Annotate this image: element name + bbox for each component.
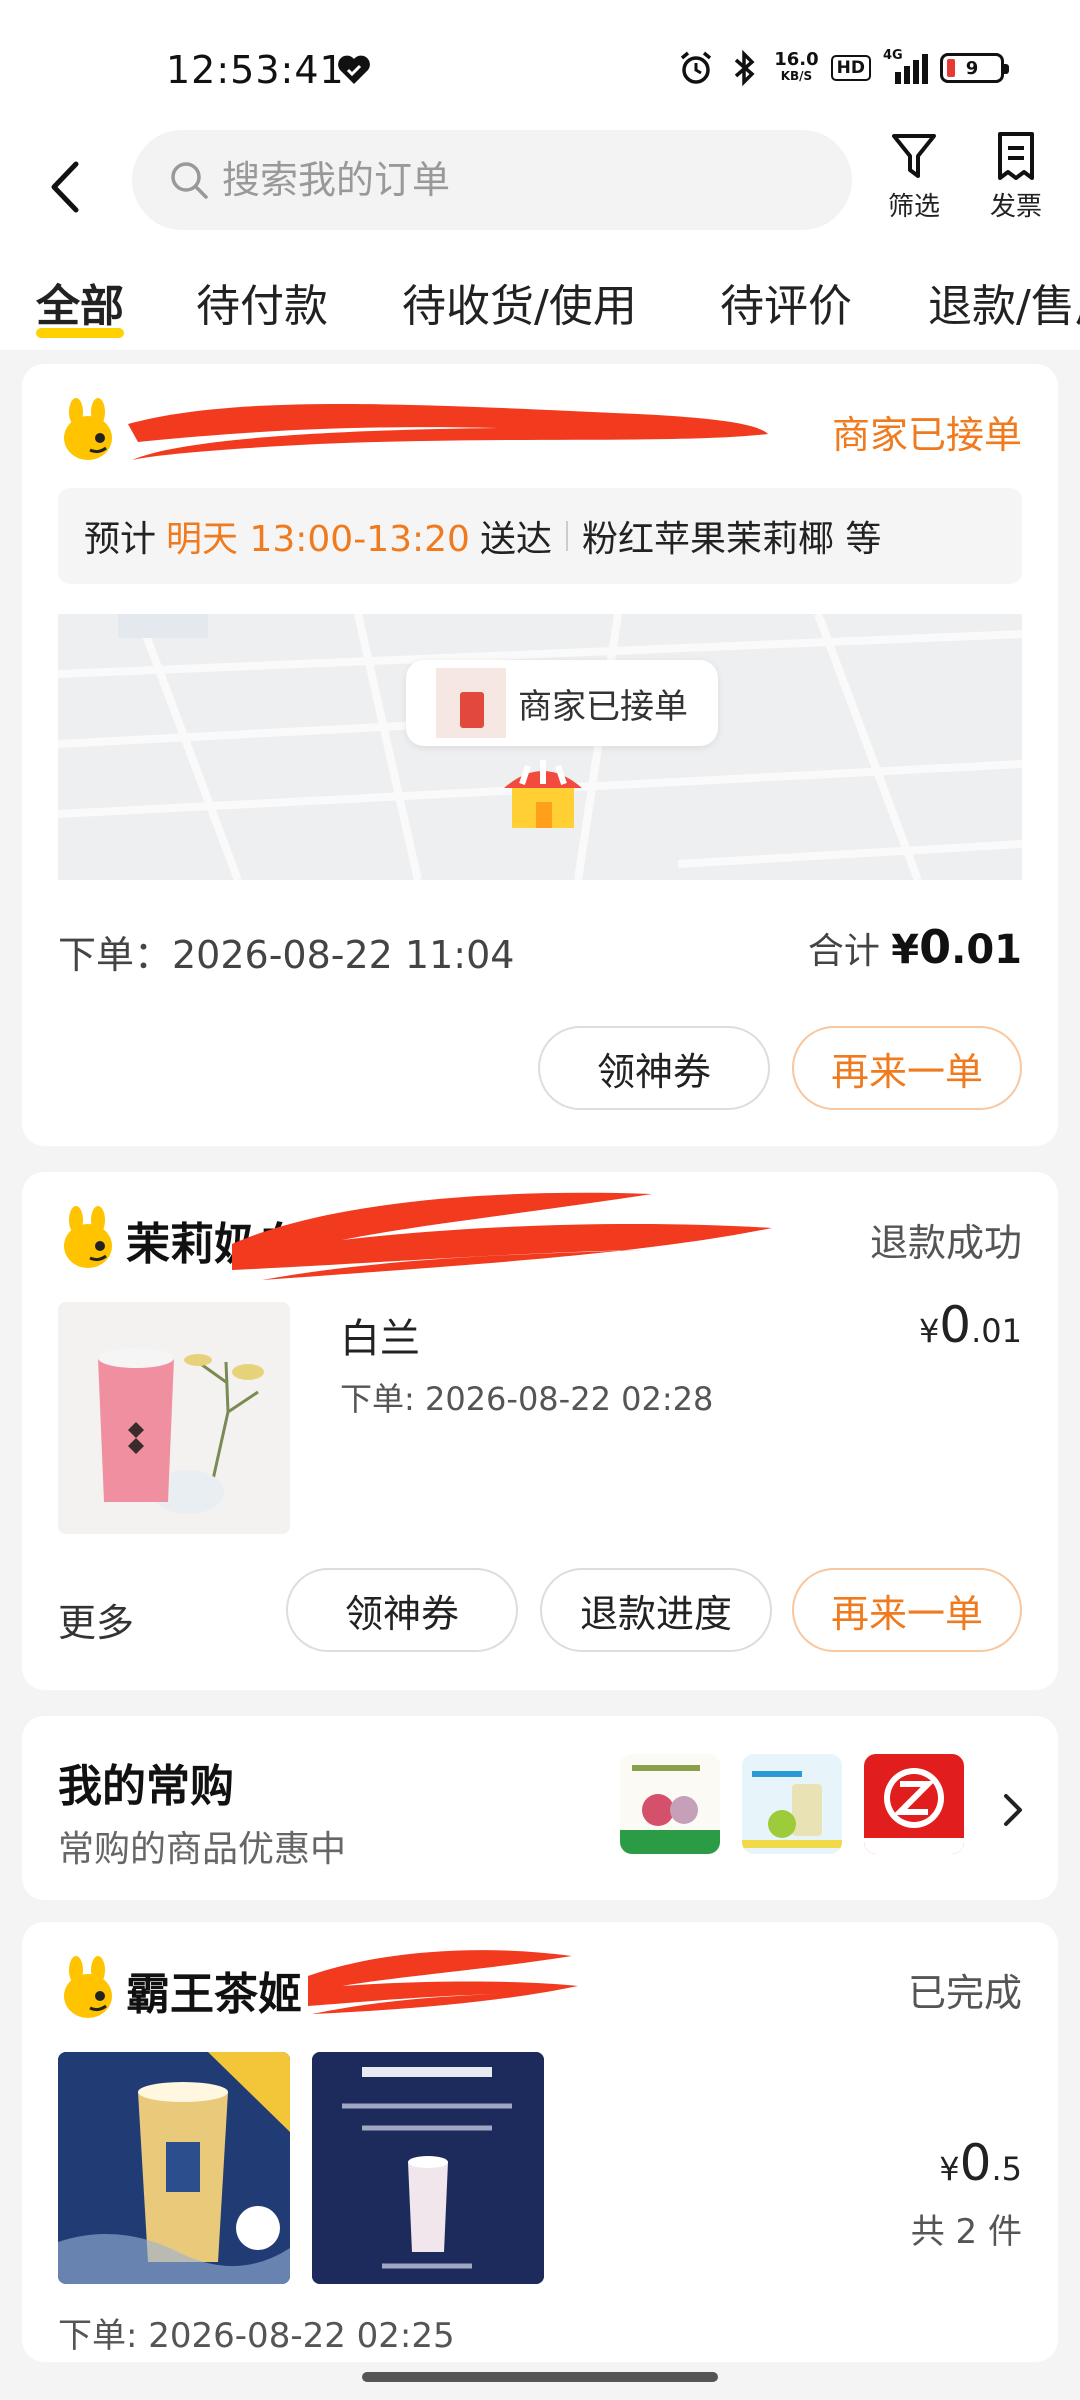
redacted-store-name xyxy=(308,1950,578,2014)
eta-bar: 预计 明天 13:00-13:20 送达 粉红苹果茉莉椰 等 xyxy=(58,488,1022,584)
eta-time: 明天 13:00-13:20 xyxy=(166,519,470,560)
filter-label: 筛选 xyxy=(887,192,940,222)
meituan-mascot-icon xyxy=(64,398,112,460)
map-streets xyxy=(58,614,1022,880)
heart-icon xyxy=(338,55,370,84)
signal-icon: 4G xyxy=(883,48,928,84)
order-time: 下单：2026-08-22 11:04 xyxy=(58,933,515,977)
filter-icon xyxy=(892,134,936,178)
order-status: 商家已接单 xyxy=(831,413,1022,457)
redacted-store-name xyxy=(128,404,768,460)
product-image-1[interactable] xyxy=(58,2052,290,2284)
tab-pending-review[interactable]: 待评价 xyxy=(720,270,852,334)
status-bar: 12:53:41 16.0 KB/S HD 4G 9 xyxy=(0,0,1080,130)
meituan-mascot-icon xyxy=(64,1956,112,2018)
map-status-bubble: 商家已接单 xyxy=(406,660,718,746)
coupon-button[interactable]: 领神券 xyxy=(538,1026,770,1110)
tab-all[interactable]: 全部 xyxy=(36,270,124,334)
invoice-button[interactable]: 发票 xyxy=(976,130,1056,223)
product-image-2[interactable] xyxy=(312,2052,544,2284)
search-icon xyxy=(171,162,208,199)
order-total: 合计 ¥0.01 xyxy=(807,920,1022,974)
shop-pin-icon xyxy=(504,760,582,828)
redacted-store-name xyxy=(232,1192,772,1280)
battery-icon: 9 xyxy=(940,53,1009,83)
order-time: 下单: 2026-08-22 02:25 xyxy=(58,2316,455,2356)
order-card-3[interactable]: 霸王茶姬 已完成 ¥0.5 共 2 件 下单: 2026-08-22 02:25 xyxy=(22,1922,1058,2362)
drink-illustration xyxy=(58,1302,290,1534)
more-button[interactable]: 更多 xyxy=(58,1592,134,1647)
frequent-title: 我的常购 xyxy=(58,1761,234,1812)
hd-badge: HD xyxy=(830,55,871,81)
order-card-2[interactable]: 茉莉奶白 退款成功 白兰 下单: 2026-08-22 02:28 ¥0.01 … xyxy=(22,1172,1058,1690)
product-price: ¥0.01 xyxy=(918,1296,1022,1354)
product-image[interactable] xyxy=(58,1302,290,1534)
meituan-mascot-icon xyxy=(64,1206,112,1268)
reorder-button[interactable]: 再来一单 xyxy=(792,1568,1022,1652)
delivery-map[interactable]: 商家已接单 xyxy=(58,614,1022,880)
net-speed: 16.0 KB/S xyxy=(774,49,819,84)
chevron-right-icon[interactable] xyxy=(998,1790,1028,1830)
product-order-time: 下单: 2026-08-22 02:28 xyxy=(340,1380,714,1418)
order-card-1[interactable]: 商家已接单 预计 明天 13:00-13:20 送达 粉红苹果茉莉椰 等 商家已… xyxy=(22,364,1058,1146)
search-input[interactable] xyxy=(222,158,742,202)
status-time: 12:53:41 xyxy=(166,48,345,92)
store-name[interactable]: 霸王茶姬 xyxy=(126,1958,302,2022)
search-bar[interactable] xyxy=(132,130,852,230)
frequent-store-thumb-1[interactable] xyxy=(620,1754,720,1854)
reorder-button[interactable]: 再来一单 xyxy=(792,1026,1022,1110)
coupon-button[interactable]: 领神券 xyxy=(286,1568,518,1652)
refund-progress-button[interactable]: 退款进度 xyxy=(540,1568,772,1652)
bluetooth-icon xyxy=(735,50,755,86)
home-indicator[interactable] xyxy=(362,2372,718,2382)
frequent-purchases-card[interactable]: 我的常购 常购的商品优惠中 xyxy=(22,1716,1058,1900)
invoice-icon xyxy=(998,132,1034,180)
order-status: 退款成功 xyxy=(869,1221,1022,1265)
tab-pending-receipt[interactable]: 待收货/使用 xyxy=(402,270,637,334)
frequent-store-thumb-2[interactable] xyxy=(742,1754,842,1854)
tab-pending-payment[interactable]: 待付款 xyxy=(196,270,328,334)
frequent-store-thumb-3[interactable] xyxy=(864,1754,964,1854)
header: 筛选 发票 xyxy=(0,130,1080,270)
product-name: 白兰 xyxy=(340,1316,420,1362)
alarm-icon xyxy=(681,51,712,84)
order-tabs: 全部 待付款 待收货/使用 待评价 退款/售后 xyxy=(0,270,1080,350)
frequent-subtitle: 常购的商品优惠中 xyxy=(58,1829,347,1870)
filter-button[interactable]: 筛选 xyxy=(874,130,954,223)
active-tab-indicator xyxy=(36,328,124,338)
order-price: ¥0.5 xyxy=(939,2134,1022,2192)
tab-refund[interactable]: 退款/售后 xyxy=(928,270,1080,334)
item-count: 共 2 件 xyxy=(910,2212,1022,2252)
invoice-label: 发票 xyxy=(989,192,1042,222)
eta-items: 粉红苹果茉莉椰 等 xyxy=(581,519,882,560)
order-status: 已完成 xyxy=(907,1971,1022,2015)
store-thumbnail xyxy=(436,668,506,738)
back-arrow-icon[interactable] xyxy=(40,152,90,222)
